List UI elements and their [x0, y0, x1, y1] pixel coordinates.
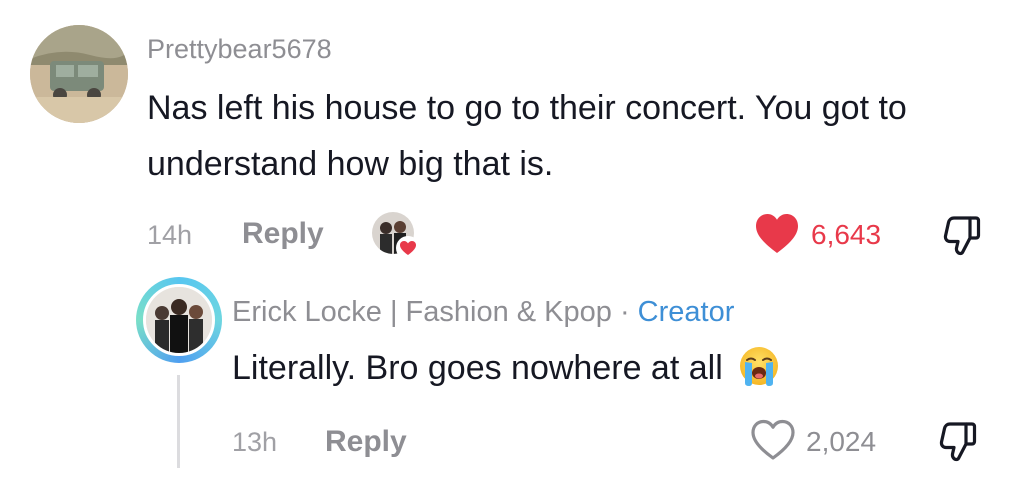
reply-like-count: 2,024 [806, 426, 877, 457]
comment-timestamp: 14h [147, 220, 193, 250]
separator-dot: · [611, 296, 638, 328]
dislike-button[interactable] [940, 212, 984, 256]
reply-dislike-button[interactable] [936, 418, 980, 462]
reply-like-button[interactable] [750, 419, 796, 461]
commenter-avatar[interactable] [30, 25, 128, 123]
like-count: 6,643 [811, 219, 882, 250]
creator-avatar-photo [146, 287, 212, 353]
like-button[interactable] [754, 213, 800, 255]
reply-text: Literally. Bro goes nowhere at all [232, 349, 723, 387]
thread-connector-line [177, 375, 180, 468]
reply-reply-button[interactable]: Reply [325, 424, 407, 460]
comment-text: Nas left his house to go to their concer… [147, 89, 907, 183]
creator-badge: Creator [637, 296, 735, 328]
liked-by-creator-indicator [372, 212, 420, 260]
heart-outline-icon [751, 419, 795, 460]
avatar-photo [30, 25, 128, 123]
heart-badge-icon [396, 236, 420, 260]
commenter-username[interactable]: Prettybear5678 [147, 31, 332, 67]
reply-username[interactable]: Erick Locke | Fashion & Kpop [232, 296, 612, 328]
thumbs-down-icon [943, 216, 981, 256]
thumbs-down-icon [939, 422, 977, 462]
creator-avatar[interactable] [143, 284, 215, 356]
reply-timestamp: 13h [232, 427, 278, 457]
reply-text-row: Literally. Bro goes nowhere at all [232, 345, 780, 390]
reply-header: Erick Locke | Fashion & Kpop · Creator [232, 294, 734, 330]
reply-button[interactable]: Reply [242, 216, 324, 252]
loudly-crying-face-icon [740, 347, 779, 386]
heart-filled-icon [756, 214, 798, 253]
